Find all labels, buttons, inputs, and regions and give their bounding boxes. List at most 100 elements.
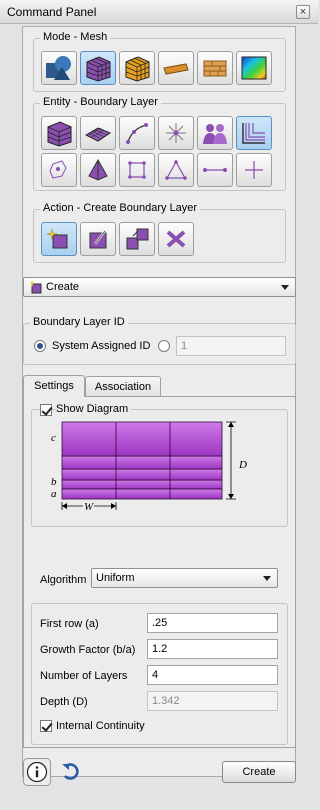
hex-mesh-button[interactable] — [41, 116, 77, 150]
edge-button[interactable] — [197, 153, 233, 187]
mode-group-label: Mode - Mesh — [40, 31, 111, 43]
boundary-layer-id-input[interactable]: 1 — [176, 336, 286, 356]
boundary-layer-diagram — [61, 421, 236, 510]
first-row-input[interactable]: .25 — [147, 613, 278, 633]
diagram-label-w: W — [83, 501, 95, 513]
boundary-layer-button[interactable] — [236, 116, 272, 150]
hex-mesh-icon — [47, 121, 72, 147]
show-diagram-label: Show Diagram — [56, 403, 132, 415]
brick-mode-button[interactable] — [197, 51, 233, 85]
group-icon — [203, 124, 227, 144]
edge-icon — [203, 168, 227, 172]
algorithm-label: Algorithm — [40, 574, 87, 586]
surface-patch-button[interactable] — [158, 51, 194, 85]
boundary-layer-id-group: Boundary Layer ID System Assigned ID 1 — [23, 316, 296, 365]
node-cross-button[interactable] — [236, 153, 272, 187]
group-button[interactable] — [197, 116, 233, 150]
node-cross-icon — [245, 161, 263, 179]
mode-group: Mode - Mesh — [33, 31, 286, 92]
tab-settings-label: Settings — [34, 380, 74, 392]
surface-patch-icon — [163, 63, 189, 75]
reset-button[interactable] — [60, 760, 82, 785]
geometry-mode-icon — [46, 56, 71, 80]
first-row-label: First row (a) — [40, 618, 99, 630]
quad-icon — [128, 161, 146, 179]
pyramid-button[interactable] — [80, 153, 116, 187]
quality-map-button[interactable] — [236, 51, 272, 85]
internal-continuity-label: Internal Continuity — [56, 720, 145, 732]
operation-select[interactable]: Create — [23, 277, 296, 297]
command-panel: Mode - Mesh Entity - Boundary Layer Acti… — [22, 26, 296, 777]
boundary-layer-id-label: Boundary Layer ID — [30, 316, 128, 328]
boundary-layer-icon — [242, 123, 265, 144]
hex-node-icon — [49, 160, 67, 179]
surface-mesh-icon — [84, 127, 112, 142]
pyramid-icon — [88, 158, 108, 181]
quality-map-icon — [241, 56, 267, 80]
algorithm-select[interactable]: Uniform — [91, 568, 278, 588]
volume-mesh-button[interactable] — [119, 51, 155, 85]
close-button[interactable]: × — [296, 5, 310, 19]
copy-icon — [126, 228, 149, 250]
reset-icon — [62, 763, 79, 780]
tab-settings[interactable]: Settings — [23, 375, 85, 397]
algorithm-select-value: Uniform — [96, 572, 135, 584]
delete-action-button[interactable] — [158, 222, 194, 256]
curve-mesh-button[interactable] — [119, 116, 155, 150]
manual-id-radio[interactable] — [158, 340, 170, 352]
info-button[interactable] — [23, 758, 51, 789]
entity-group: Entity - Boundary Layer — [33, 96, 286, 191]
close-icon: × — [299, 6, 307, 18]
growth-factor-label: Growth Factor (b/a) — [40, 644, 136, 656]
vertex-star-icon — [166, 123, 186, 143]
diagram-label-b: b — [51, 476, 57, 488]
settings-pane: Show Diagram c b a D W Algorithm Uniform… — [23, 396, 296, 748]
action-group: Action - Create Boundary Layer — [33, 202, 286, 263]
create-action-button[interactable] — [41, 222, 77, 256]
window-title: Command Panel — [7, 5, 97, 19]
chevron-down-icon — [281, 285, 289, 290]
tab-association[interactable]: Association — [85, 376, 161, 397]
diagram-label-d: D — [239, 459, 247, 471]
hex-node-button[interactable] — [41, 153, 77, 187]
create-small-icon — [29, 280, 42, 294]
diagram-label-a: a — [51, 488, 57, 500]
diagram-label-c: c — [51, 432, 56, 444]
mesh-mode-icon — [86, 56, 111, 82]
quad-button[interactable] — [119, 153, 155, 187]
modify-action-button[interactable] — [80, 222, 116, 256]
geometry-mode-button[interactable] — [41, 51, 77, 85]
diagram-group: Show Diagram c b a D W — [31, 403, 288, 527]
delete-icon — [166, 230, 186, 248]
copy-action-button[interactable] — [119, 222, 155, 256]
chevron-down-icon — [263, 576, 271, 581]
info-icon — [23, 758, 51, 786]
create-button-label: Create — [242, 766, 276, 778]
system-assigned-label: System Assigned ID — [52, 340, 151, 352]
tab-association-label: Association — [94, 381, 152, 393]
modify-icon — [89, 230, 107, 249]
number-of-layers-label: Number of Layers — [40, 670, 128, 682]
mesh-mode-button[interactable] — [80, 51, 116, 85]
action-group-label: Action - Create Boundary Layer — [40, 202, 201, 214]
vertex-star-button[interactable] — [158, 116, 194, 150]
system-assigned-radio[interactable] — [34, 340, 46, 352]
triangle-button[interactable] — [158, 153, 194, 187]
brick-mode-icon — [203, 60, 227, 77]
number-of-layers-input[interactable]: 4 — [147, 665, 278, 685]
parameters-group: First row (a) .25 Growth Factor (b/a) 1.… — [31, 603, 288, 745]
volume-mesh-icon — [125, 56, 150, 82]
create-button[interactable]: Create — [222, 761, 296, 783]
growth-factor-input[interactable]: 1.2 — [147, 639, 278, 659]
curve-mesh-icon — [126, 123, 148, 144]
show-diagram-checkbox[interactable] — [40, 404, 52, 416]
surface-mesh-button[interactable] — [80, 116, 116, 150]
entity-group-label: Entity - Boundary Layer — [40, 96, 161, 108]
title-bar: Command Panel × — [0, 0, 318, 24]
depth-label: Depth (D) — [40, 696, 88, 708]
create-icon — [46, 228, 68, 249]
depth-input: 1.342 — [147, 691, 278, 711]
internal-continuity-checkbox[interactable] — [40, 720, 52, 732]
triangle-icon — [165, 160, 187, 180]
operation-select-value: Create — [46, 281, 80, 293]
